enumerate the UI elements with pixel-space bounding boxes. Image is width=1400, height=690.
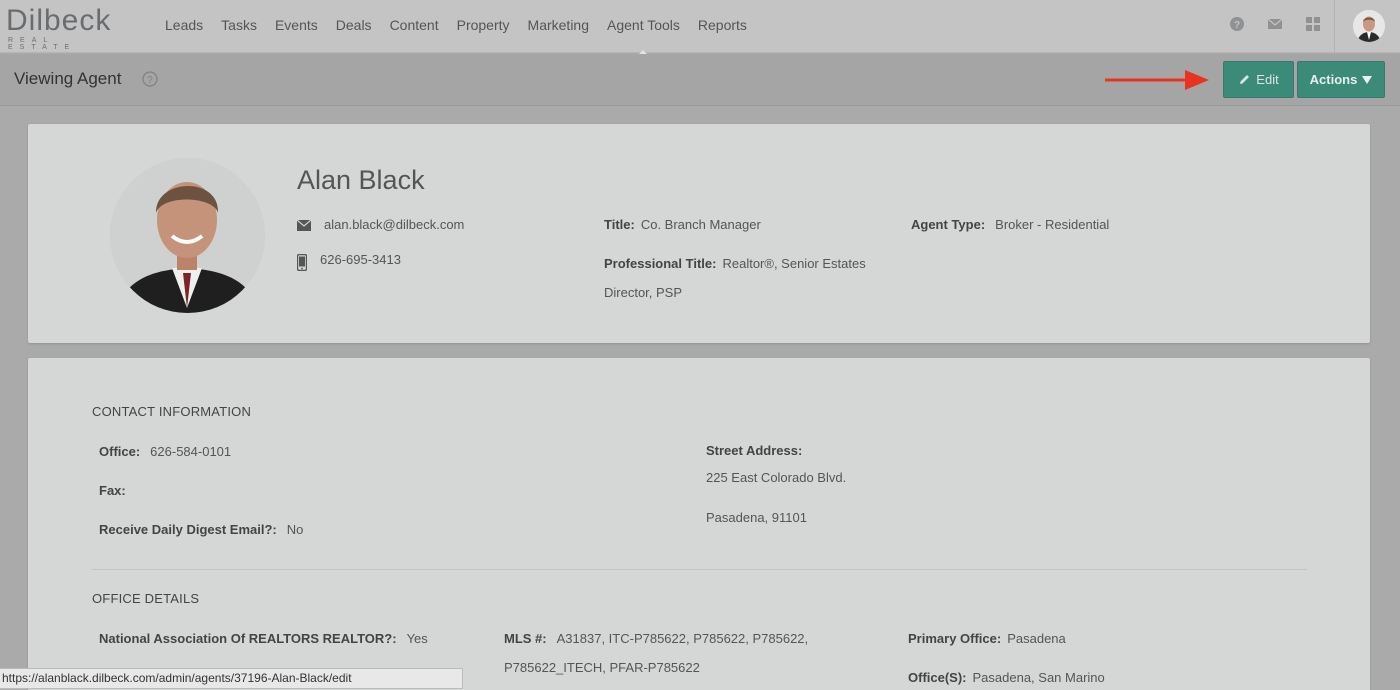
primary-office-value: Pasadena — [1007, 631, 1066, 646]
envelope-icon — [297, 220, 311, 231]
daily-digest-field: Receive Daily Digest Email?: No — [99, 522, 303, 537]
agent-title-value: Co. Branch Manager — [640, 217, 761, 232]
street-address-field: Street Address: — [706, 443, 808, 458]
agent-phone[interactable]: 626-695-3413 — [320, 252, 401, 267]
agent-type-value: Broker - Residential — [995, 217, 1110, 232]
fax-field: Fax: — [99, 483, 132, 498]
agent-type-field: Agent Type: Broker - Residential — [911, 217, 1109, 232]
section-divider — [92, 569, 1307, 570]
user-avatar[interactable] — [1353, 10, 1385, 42]
office-phone-field: Office: 626-584-0101 — [99, 444, 231, 459]
logo-word: Dilbeck — [6, 4, 112, 37]
page-help-icon[interactable]: ? — [142, 71, 158, 92]
nav-content[interactable]: Content — [381, 0, 448, 53]
offices-label: Office(S): — [908, 670, 967, 685]
daily-digest-label: Receive Daily Digest Email?: — [99, 522, 277, 537]
agent-name: Alan Black — [297, 165, 425, 195]
main-nav: Leads Tasks Events Deals Content Propert… — [156, 0, 756, 56]
dilbeck-logo[interactable]: Dilbeck REAL ESTATE — [6, 4, 131, 52]
svg-text:?: ? — [147, 75, 153, 86]
mls-label: MLS #: — [504, 631, 547, 646]
offices-field: Office(S): Pasadena, San Marino — [908, 670, 1105, 685]
logo-subtitle: REAL ESTATE — [8, 37, 77, 51]
professional-title-value: Realtor®, Senior Estates — [722, 256, 866, 271]
street-address-line1: 225 East Colorado Blvd. — [706, 470, 847, 485]
nar-realtor-field: National Association Of REALTORS REALTOR… — [99, 631, 428, 646]
nav-property[interactable]: Property — [448, 0, 519, 53]
nav-divider — [1334, 0, 1335, 53]
street-address-line2: Pasadena, 91101 — [706, 510, 807, 525]
office-phone-label: Office: — [99, 444, 141, 459]
browser-status-url: https://alanblack.dilbeck.com/admin/agen… — [0, 668, 463, 689]
professional-title-label: Professional Title: — [604, 256, 717, 271]
svg-text:?: ? — [1234, 20, 1240, 31]
mail-icon[interactable] — [1266, 15, 1284, 33]
agent-type-label: Agent Type: — [911, 217, 986, 232]
offices-value: Pasadena, San Marino — [972, 670, 1105, 685]
edit-button[interactable]: Edit — [1223, 61, 1294, 98]
nav-events[interactable]: Events — [266, 0, 327, 53]
street-address-label: Street Address: — [706, 443, 803, 458]
agent-title-field: Title: Co. Branch Manager — [604, 217, 761, 232]
agent-title-label: Title: — [604, 217, 635, 232]
red-arrow-annotation — [1105, 70, 1209, 90]
nav-tasks[interactable]: Tasks — [212, 0, 266, 53]
daily-digest-value: No — [286, 522, 304, 537]
pencil-icon — [1240, 75, 1250, 84]
office-details-heading: OFFICE DETAILS — [92, 591, 200, 606]
nar-realtor-label: National Association Of REALTORS REALTOR… — [99, 631, 397, 646]
contact-information-heading: CONTACT INFORMATION — [92, 404, 252, 419]
actions-button[interactable]: Actions — [1297, 61, 1385, 98]
mls-value: A31837, ITC-P785622, P785622, P785622, — [556, 631, 809, 646]
agent-photo — [110, 158, 265, 313]
nav-reports[interactable]: Reports — [689, 0, 756, 53]
grid-icon[interactable] — [1304, 15, 1322, 33]
nav-icon-group: ? — [1228, 15, 1322, 33]
nav-deals[interactable]: Deals — [327, 0, 381, 53]
nav-agent-tools[interactable]: Agent Tools — [598, 0, 689, 56]
edit-button-label: Edit — [1256, 72, 1279, 87]
mobile-phone-icon — [297, 254, 307, 271]
caret-down-icon — [1362, 75, 1373, 84]
agent-email[interactable]: alan.black@dilbeck.com — [324, 217, 464, 232]
mls-value-continued: P785622_ITECH, PFAR-P785622 — [504, 660, 700, 675]
page-title: Viewing Agent — [14, 69, 122, 88]
primary-office-field: Primary Office: Pasadena — [908, 631, 1066, 646]
professional-title-field: Professional Title: Realtor®, Senior Esta… — [604, 256, 866, 271]
mls-field: MLS #: A31837, ITC-P785622, P785622, P785… — [504, 631, 808, 646]
actions-button-label: Actions — [1309, 72, 1358, 87]
nav-marketing[interactable]: Marketing — [519, 0, 598, 53]
professional-title-continued: Director, PSP — [604, 285, 683, 300]
office-phone-value: 626-584-0101 — [150, 444, 232, 459]
nav-leads[interactable]: Leads — [156, 0, 212, 53]
nar-realtor-value: Yes — [406, 631, 428, 646]
top-navbar: Dilbeck REAL ESTATE Leads Tasks Events D… — [0, 0, 1400, 56]
fax-label: Fax: — [99, 483, 126, 498]
primary-office-label: Primary Office: — [908, 631, 1002, 646]
help-icon[interactable]: ? — [1228, 15, 1246, 33]
